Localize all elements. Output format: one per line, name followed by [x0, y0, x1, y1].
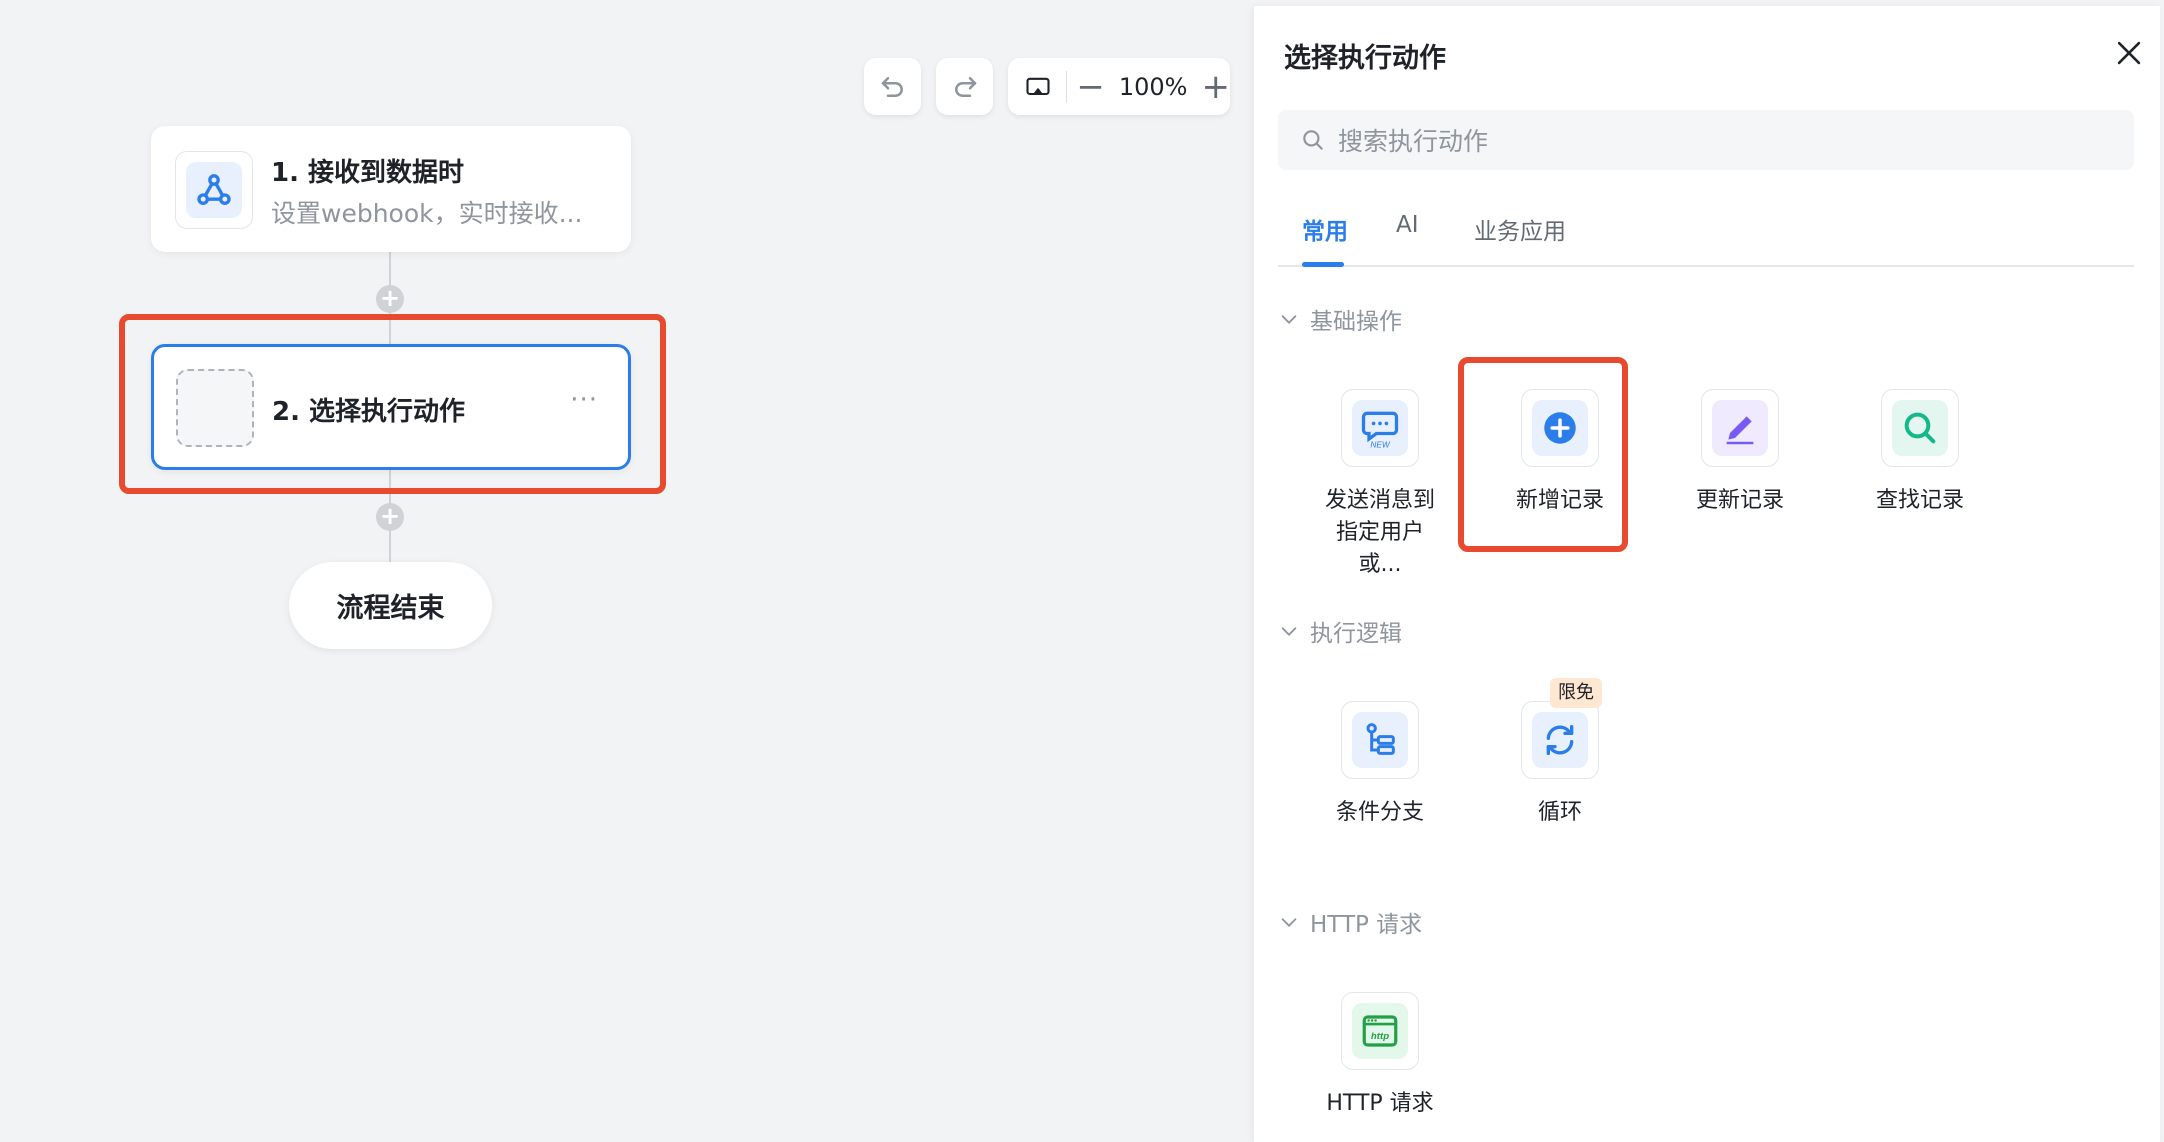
action-label: 查找记录 — [1875, 488, 1964, 513]
flow-canvas[interactable]: − 100% + + + 1. 接收到数据时 设置webhook，实时接收...… — [0, 0, 1254, 1142]
action-label: 循环 — [1537, 800, 1582, 825]
fit-screen-icon — [1026, 77, 1050, 95]
zoom-out-button[interactable]: − — [1076, 70, 1105, 104]
tab-ai[interactable]: AI — [1396, 212, 1419, 238]
branch-icon — [1366, 723, 1395, 755]
chevron-down-icon — [1281, 918, 1297, 927]
zoom-value: 100% — [1118, 72, 1188, 101]
action-condition-branch[interactable]: 条件分支 — [1300, 701, 1460, 829]
action-picker-panel: 选择执行动作 搜索执行动作 常用 AI 业务应用 基础操作 NEW 发送消息到指… — [1254, 6, 2160, 1142]
section-header-http[interactable]: HTTP 请求 — [1278, 905, 1422, 939]
action-find-record[interactable]: 查找记录 — [1840, 389, 2000, 517]
search-placeholder: 搜索执行动作 — [1338, 127, 1489, 156]
section-header-logic[interactable]: 执行逻辑 — [1278, 614, 1402, 648]
node-icon-box — [175, 151, 253, 229]
action-label: HTTP 请求 — [1326, 1091, 1434, 1116]
search-input[interactable]: 搜索执行动作 — [1278, 110, 2134, 170]
fit-screen-button[interactable] — [1024, 73, 1052, 101]
svg-text:http: http — [1371, 1031, 1389, 1042]
svg-text:NEW: NEW — [1370, 440, 1390, 449]
action-label: 条件分支 — [1335, 800, 1424, 825]
redo-icon — [954, 76, 976, 97]
flow-end-node: 流程结束 — [289, 562, 492, 649]
close-icon — [2117, 41, 2141, 65]
section-title: HTTP 请求 — [1310, 912, 1423, 938]
highlight-box — [119, 314, 666, 494]
chevron-down-icon — [1281, 315, 1297, 324]
panel-title: 选择执行动作 — [1284, 43, 1446, 74]
add-step-button[interactable]: + — [376, 503, 404, 531]
loop-icon — [1546, 725, 1574, 755]
node-subtitle: 设置webhook，实时接收... — [271, 199, 583, 228]
category-tabs: 常用 AI 业务应用 — [1278, 192, 2134, 267]
edit-record-icon — [1726, 416, 1754, 445]
action-label: 更新记录 — [1695, 488, 1784, 513]
active-tab-indicator — [1302, 262, 1344, 267]
webhook-icon — [197, 174, 231, 205]
action-send-message[interactable]: NEW 发送消息到指定用户或... — [1300, 389, 1460, 581]
action-label: 发送消息到指定用户或... — [1324, 488, 1435, 577]
action-update-record[interactable]: 更新记录 — [1660, 389, 1820, 517]
chevron-down-icon — [1281, 627, 1297, 636]
free-badge: 限免 — [1550, 678, 1602, 708]
undo-icon — [881, 76, 903, 97]
section-title: 执行逻辑 — [1310, 621, 1402, 647]
action-loop[interactable]: 循环 — [1480, 701, 1640, 829]
search-icon — [1303, 130, 1323, 150]
node-title: 1. 接收到数据时 — [271, 158, 465, 188]
http-icon: http — [1362, 1015, 1398, 1047]
section-header-basic[interactable]: 基础操作 — [1278, 302, 1402, 336]
message-new-icon: NEW — [1361, 411, 1399, 449]
highlight-box — [1458, 357, 1628, 552]
zoom-control: − 100% + — [1008, 58, 1230, 115]
action-http-request[interactable]: http HTTP 请求 — [1300, 992, 1460, 1120]
search-record-icon — [1904, 412, 1936, 444]
undo-button[interactable] — [864, 58, 921, 115]
zoom-in-button[interactable]: + — [1202, 70, 1231, 104]
section-title: 基础操作 — [1310, 309, 1402, 335]
tab-common[interactable]: 常用 — [1302, 212, 1348, 246]
tab-business-apps[interactable]: 业务应用 — [1474, 212, 1566, 246]
trigger-node[interactable]: 1. 接收到数据时 设置webhook，实时接收... — [151, 126, 631, 252]
close-button[interactable] — [2112, 36, 2146, 70]
redo-button[interactable] — [936, 58, 993, 115]
add-step-button[interactable]: + — [376, 285, 404, 313]
